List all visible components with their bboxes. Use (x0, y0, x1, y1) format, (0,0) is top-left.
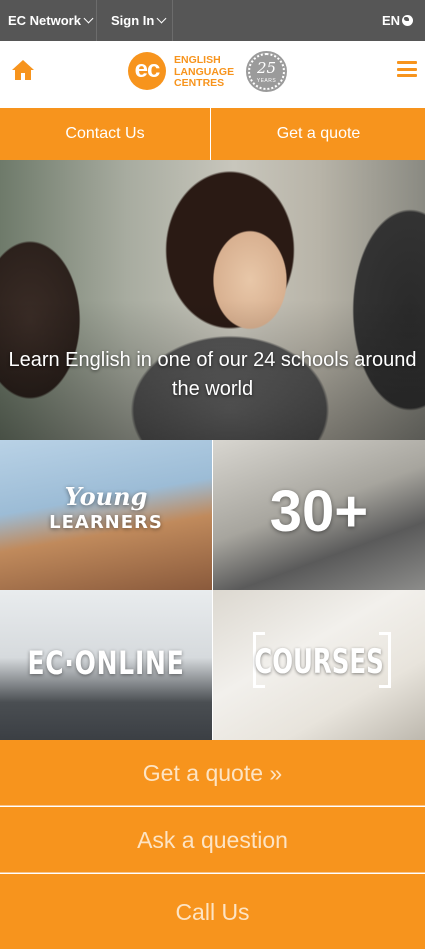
ec-network-dropdown[interactable]: EC Network (0, 0, 97, 41)
get-a-quote-cta[interactable]: Get a quote » (0, 740, 425, 806)
site-header: ec ENGLISH LANGUAGE CENTRES 25 YEARS (0, 41, 425, 108)
anniversary-number: 25 (256, 59, 277, 77)
anniversary-label: YEARS (256, 78, 277, 84)
top-bar: EC Network Sign In EN (0, 0, 425, 41)
hero-headline: Learn English in one of our 24 schools a… (8, 349, 417, 400)
tile-young-learners[interactable]: Young LEARNERS (0, 440, 212, 590)
ask-a-question-cta[interactable]: Ask a question (0, 807, 425, 873)
tile-courses[interactable]: COURSES (213, 590, 425, 740)
chevron-down-icon (156, 13, 167, 24)
sign-in-dropdown[interactable]: Sign In (97, 0, 173, 41)
contact-us-button[interactable]: Contact Us (0, 108, 211, 160)
language-label: EN (381, 13, 400, 28)
hero-banner[interactable]: Learn English in one of our 24 schools a… (0, 160, 425, 440)
ec-logo-text: ENGLISH LANGUAGE CENTRES (174, 54, 244, 90)
get-a-quote-button[interactable]: Get a quote (212, 108, 425, 160)
young-learners-label: Young LEARNERS (0, 484, 212, 536)
young-learners-line1: Young (64, 482, 148, 511)
anniversary-badge: 25 YEARS (246, 51, 287, 92)
thirty-plus-label: 30+ (269, 479, 369, 544)
sign-in-label: Sign In (111, 13, 155, 28)
chevron-down-icon (83, 13, 94, 24)
language-selector[interactable]: EN (382, 0, 413, 41)
tile-30-plus[interactable]: 30+ (213, 440, 425, 590)
action-bar: Contact Us Get a quote (0, 108, 425, 160)
home-icon[interactable] (11, 59, 35, 81)
logo-text-line: CENTRES (174, 77, 225, 89)
logo-text-line: ENGLISH (174, 54, 221, 66)
ec-online-label: EC·ONLINE (27, 644, 185, 682)
tile-ec-online[interactable]: EC·ONLINE (0, 590, 212, 740)
hamburger-menu-icon[interactable] (397, 61, 417, 77)
ec-network-label: EC Network (8, 13, 81, 28)
courses-label: COURSES (254, 642, 384, 682)
call-us-cta[interactable]: Call Us (0, 874, 425, 949)
ec-logo-mark: ec (128, 52, 166, 90)
globe-icon (402, 15, 413, 26)
young-learners-line2: LEARNERS (49, 512, 163, 533)
